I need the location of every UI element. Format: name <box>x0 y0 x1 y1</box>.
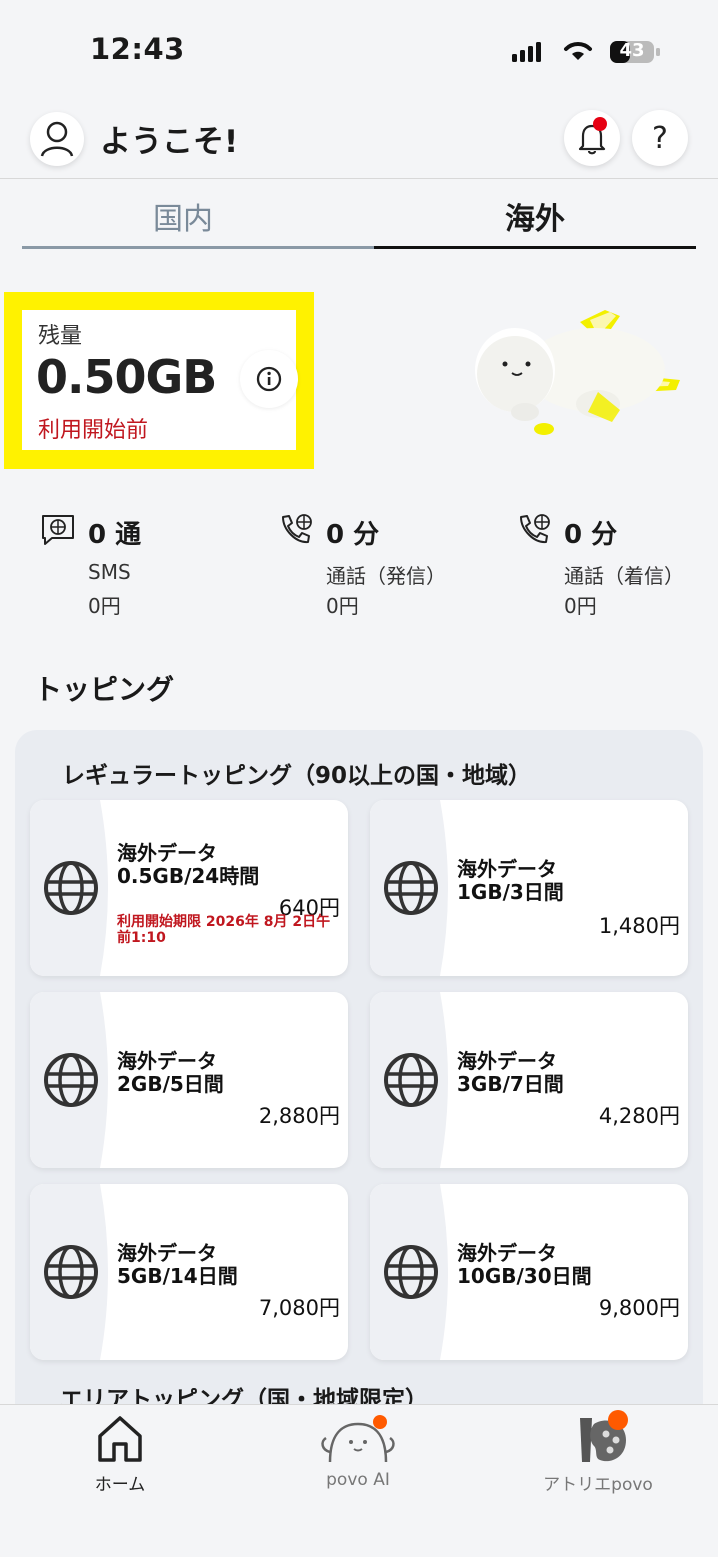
topping-card-10gb-30d[interactable]: 海外データ 10GB/30日間 9,800円 <box>370 1184 688 1360</box>
globe-icon <box>44 1245 98 1299</box>
tab-domestic[interactable]: 国内 <box>13 194 353 238</box>
header-divider <box>0 178 718 179</box>
phone-globe-icon <box>516 512 552 548</box>
balance-value: 0.50GB <box>36 350 217 404</box>
balance-status: 利用開始前 <box>38 418 149 443</box>
user-icon <box>40 121 74 157</box>
card-price: 1,480円 <box>598 914 680 938</box>
globe-icon <box>44 1053 98 1107</box>
povo-ai-mascot-icon <box>321 1415 395 1463</box>
card-title: 海外データ <box>117 1049 217 1073</box>
regular-topping-title: レギュラートッピング（90以上の国・地域） <box>62 763 532 789</box>
card-plan: 5GB/14日間 <box>117 1264 238 1288</box>
tab-underline-overseas <box>374 246 696 249</box>
card-price: 4,280円 <box>598 1104 680 1128</box>
card-price: 2,880円 <box>258 1104 340 1128</box>
card-plan: 1GB/3日間 <box>457 880 564 904</box>
card-plan: 2GB/5日間 <box>117 1072 224 1096</box>
topping-section-title: トッピング <box>34 673 175 706</box>
welcome-title: ようこそ! <box>100 124 239 160</box>
card-title: 海外データ <box>457 1049 557 1073</box>
card-plan: 3GB/7日間 <box>457 1072 564 1096</box>
card-price: 9,800円 <box>598 1296 680 1320</box>
globe-icon <box>384 1245 438 1299</box>
nav-home-label: ホーム <box>94 1475 146 1495</box>
notification-button[interactable] <box>564 110 620 166</box>
topping-card-1gb-3d[interactable]: 海外データ 1GB/3日間 1,480円 <box>370 800 688 976</box>
nav-atelier-povo-label: アトリエpovo <box>543 1475 653 1495</box>
sms-globe-icon <box>40 512 76 548</box>
incoming-call-minutes: 0 分 <box>564 520 618 550</box>
nav-povo-ai-label: povo AI <box>326 1470 390 1490</box>
sms-count: 0 通 <box>88 520 142 550</box>
tab-underline-domestic <box>22 246 374 249</box>
incoming-call-label: 通話（着信） <box>564 564 684 588</box>
home-icon <box>98 1416 142 1462</box>
card-title: 海外データ <box>117 841 217 865</box>
phone-globe-icon <box>278 512 314 548</box>
card-start-deadline: 利用開始期限 2026年 8月 2日午前1:10 <box>117 914 331 946</box>
balance-label: 残量 <box>38 324 83 349</box>
notification-dot <box>593 117 607 131</box>
card-title: 海外データ <box>117 1241 217 1265</box>
outgoing-call-minutes: 0 分 <box>326 520 380 550</box>
card-plan: 0.5GB/24時間 <box>117 864 260 888</box>
topping-card-0.5gb-24h[interactable]: 海外データ 0.5GB/24時間 640円 利用開始期限 2026年 8月 2日… <box>30 800 348 976</box>
tab-overseas[interactable]: 海外 <box>365 194 705 238</box>
globe-icon <box>384 1053 438 1107</box>
topping-card-2gb-5d[interactable]: 海外データ 2GB/5日間 2,880円 <box>30 992 348 1168</box>
topping-card-3gb-7d[interactable]: 海外データ 3GB/7日間 4,280円 <box>370 992 688 1168</box>
globe-icon <box>44 861 98 915</box>
nav-povo-ai[interactable]: povo AI <box>308 1404 408 1504</box>
help-button[interactable]: ? <box>632 110 688 166</box>
globe-icon <box>384 861 438 915</box>
nav-atelier-povo[interactable]: アトリエpovo <box>528 1404 668 1504</box>
card-title: 海外データ <box>457 1241 557 1265</box>
incoming-call-price: 0円 <box>564 594 597 618</box>
sms-label: SMS <box>88 560 131 584</box>
mascot-airplane-image <box>470 302 685 447</box>
avatar-button[interactable] <box>30 112 84 166</box>
card-plan: 10GB/30日間 <box>457 1264 592 1288</box>
card-title: 海外データ <box>457 857 557 881</box>
palette-brush-icon <box>580 1410 628 1462</box>
battery-level: 43 <box>619 40 645 61</box>
info-icon <box>256 366 282 392</box>
sms-price: 0円 <box>88 594 121 618</box>
outgoing-call-label: 通話（発信） <box>326 564 446 588</box>
outgoing-call-price: 0円 <box>326 594 359 618</box>
status-time: 12:43 <box>90 32 185 66</box>
topping-card-5gb-14d[interactable]: 海外データ 5GB/14日間 7,080円 <box>30 1184 348 1360</box>
card-price: 7,080円 <box>258 1296 340 1320</box>
nav-home[interactable]: ホーム <box>78 1404 162 1504</box>
info-button[interactable] <box>240 350 298 408</box>
